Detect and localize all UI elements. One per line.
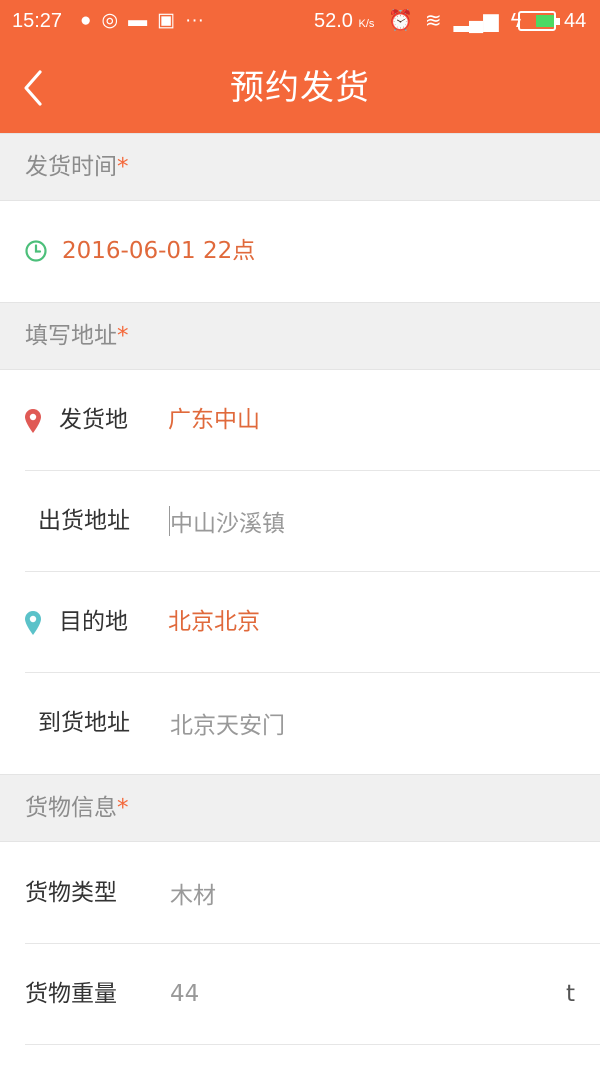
- destination-value[interactable]: 北京北京: [168, 605, 260, 639]
- ship-time-row[interactable]: 2016-06-01 22点: [0, 201, 600, 302]
- cargo-type-input[interactable]: [170, 873, 550, 913]
- wifi-icon: ≋: [424, 10, 442, 32]
- origin-row[interactable]: 发货地 广东中山: [0, 370, 600, 471]
- arrival-address-input[interactable]: [170, 703, 550, 743]
- more-icon: ···: [185, 10, 205, 31]
- status-time: 15:27: [12, 10, 63, 32]
- origin-value[interactable]: 广东中山: [168, 403, 260, 437]
- signal-icon: ▂▄▆: [453, 10, 499, 32]
- battery-level: 44: [564, 10, 587, 32]
- ship-address-label: 出货地址: [38, 508, 130, 534]
- cargo-weight-row: 货物重量 t: [0, 944, 600, 1045]
- origin-pin-icon: [25, 409, 41, 433]
- page-title: 预约发货: [230, 68, 370, 108]
- required-mark: *: [117, 323, 129, 349]
- network-speed: 52.0 K/s: [314, 10, 375, 32]
- section-header-ship-time: 发货时间*: [0, 133, 600, 201]
- alarm-icon: ⏰: [388, 10, 413, 32]
- clock-icon: [25, 240, 47, 262]
- destination-row[interactable]: 目的地 北京北京: [0, 572, 600, 673]
- cargo-weight-input[interactable]: [170, 974, 510, 1014]
- arrival-address-row: 到货地址: [0, 673, 600, 774]
- status-bar: 15:27 ● ◎ ▬ ▣ ··· 52.0 K/s ⏰ ≋ ▂▄▆ ϟ 44: [0, 0, 600, 42]
- required-mark: *: [117, 154, 129, 180]
- arrival-address-label: 到货地址: [38, 710, 130, 736]
- destination-label: 目的地: [59, 609, 128, 635]
- notification-icons: ● ◎ ▬ ▣ ···: [80, 8, 204, 34]
- section-header-cargo: 货物信息*: [0, 774, 600, 842]
- alipay-icon: ▣: [157, 10, 176, 31]
- cargo-type-label: 货物类型: [25, 880, 117, 906]
- required-mark: *: [117, 795, 129, 821]
- destination-pin-icon: [25, 611, 41, 635]
- section-header-address: 填写地址*: [0, 302, 600, 370]
- weight-unit: t: [565, 981, 575, 1007]
- ship-time-value[interactable]: 2016-06-01 22点: [62, 234, 255, 268]
- system-icons: ⏰ ≋ ▂▄▆ ϟ: [388, 8, 521, 34]
- ship-address-input[interactable]: [170, 501, 550, 541]
- origin-label: 发货地: [59, 407, 128, 433]
- message-icon: ▬: [128, 10, 148, 31]
- nav-bar: 预约发货: [0, 42, 600, 133]
- ship-address-row: 出货地址: [0, 471, 600, 572]
- battery-icon: [518, 11, 560, 31]
- qq-icon: ◎: [101, 10, 119, 31]
- cargo-weight-label: 货物重量: [25, 981, 117, 1007]
- chat-icon: ●: [80, 10, 92, 31]
- cargo-type-row: 货物类型: [0, 843, 600, 944]
